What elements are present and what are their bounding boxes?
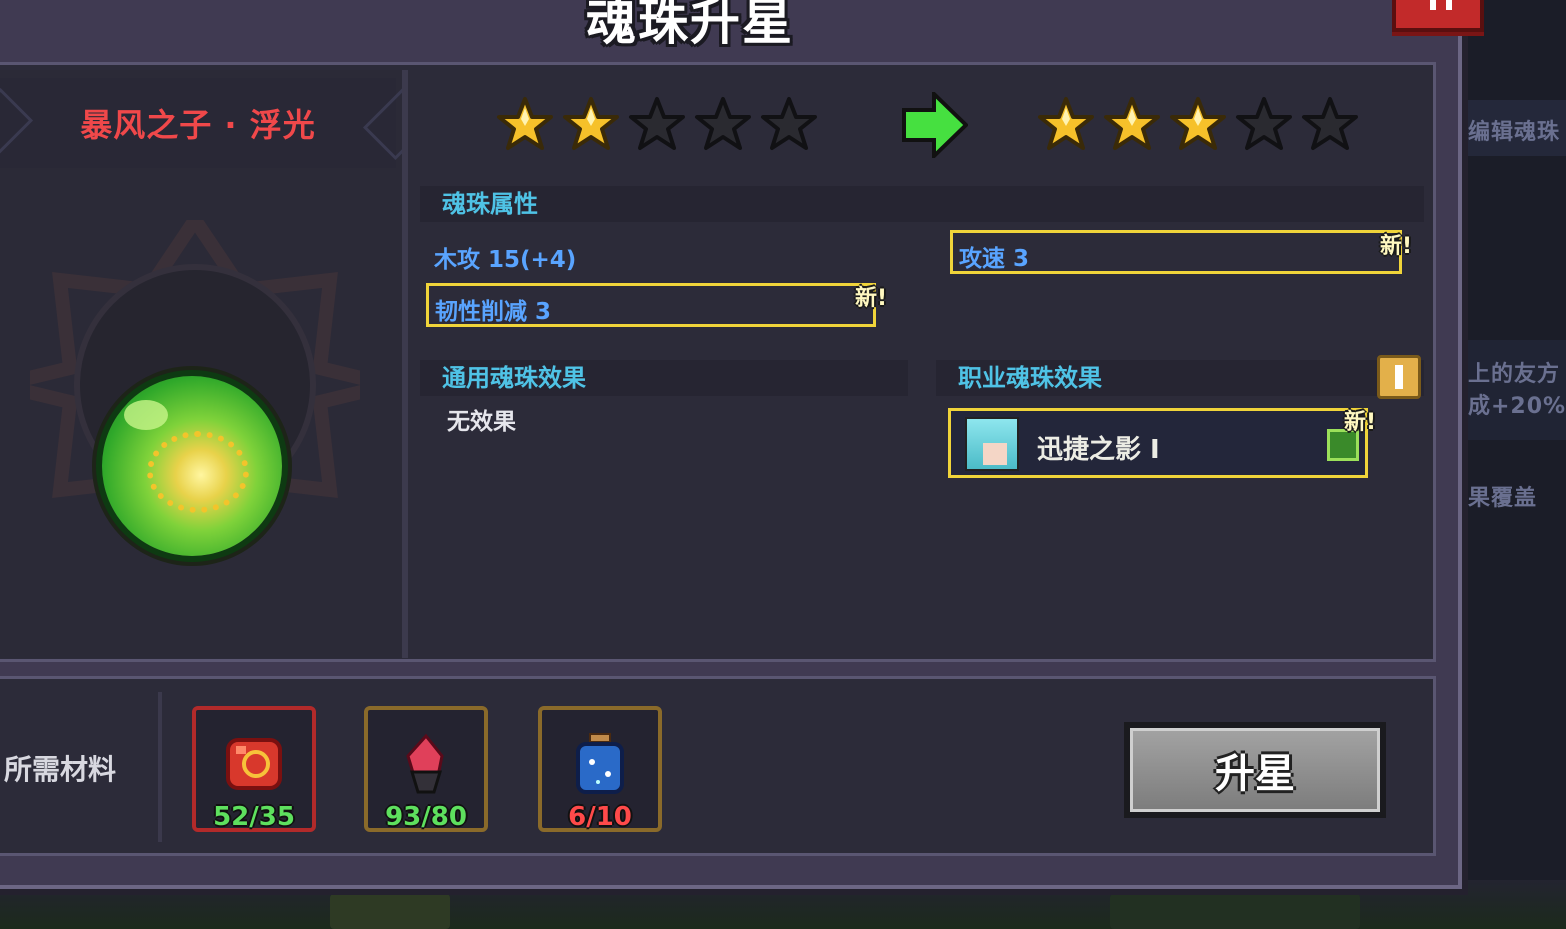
star-filled-icon bbox=[1103, 96, 1161, 154]
attribute-toughness-reduction: 韧性削减 3 bbox=[435, 299, 552, 325]
attribute-wood-attack: 木攻 15(+4) bbox=[434, 247, 577, 273]
material-slot[interactable]: 52/35 bbox=[192, 706, 316, 832]
gem-name: 暴风之子 · 浮光 bbox=[80, 106, 316, 144]
class-skill-item[interactable]: 迅捷之影 Ⅰ bbox=[948, 408, 1368, 478]
gem-highlight bbox=[124, 400, 168, 430]
star-filled-icon bbox=[1169, 96, 1227, 154]
arrow-right-icon bbox=[902, 92, 968, 158]
general-effects-header: 通用魂珠效果 bbox=[420, 360, 908, 396]
class-skill-name: 迅捷之影 Ⅰ bbox=[1037, 435, 1160, 465]
soul-gem-icon bbox=[102, 376, 282, 556]
star-empty-icon bbox=[760, 96, 818, 154]
star-empty-icon bbox=[628, 96, 686, 154]
background-text: 编辑魂珠 bbox=[1468, 120, 1561, 145]
hero-avatar-icon bbox=[965, 417, 1019, 471]
background-bush bbox=[330, 894, 450, 929]
material-count: 52/35 bbox=[213, 802, 295, 832]
material-count: 6/10 bbox=[568, 802, 632, 832]
avatar-face bbox=[983, 443, 1007, 465]
decoration-icon bbox=[362, 87, 402, 161]
dialog-title: 魂珠升星 bbox=[586, 0, 794, 51]
attribute-attack-speed: 攻速 3 bbox=[959, 246, 1030, 272]
class-effects-header: 职业魂珠效果 bbox=[936, 360, 1424, 396]
crystal-icon bbox=[406, 733, 444, 794]
material-slot[interactable]: 93/80 bbox=[364, 706, 488, 832]
star-filled-icon bbox=[1037, 96, 1095, 154]
star-filled-icon bbox=[562, 96, 620, 154]
material-count: 93/80 bbox=[385, 802, 467, 832]
divider bbox=[158, 692, 162, 842]
gem-name-bar: 暴风之子 · 浮光 bbox=[0, 78, 402, 168]
star-filled-icon bbox=[496, 96, 554, 154]
attribute-new-box: 韧性削减 3 bbox=[426, 283, 876, 327]
background-text: 果覆盖 bbox=[1468, 486, 1538, 511]
star-empty-icon bbox=[1235, 96, 1293, 154]
material-slot[interactable]: 6/10 bbox=[538, 706, 662, 832]
star-empty-icon bbox=[694, 96, 752, 154]
attributes-header: 魂珠属性 bbox=[420, 186, 1424, 222]
star-jar-icon bbox=[576, 733, 624, 794]
general-effects-value: 无效果 bbox=[447, 409, 516, 435]
background-text: 上的友方 bbox=[1468, 362, 1561, 387]
close-button[interactable] bbox=[1392, 0, 1484, 32]
info-button[interactable] bbox=[1377, 355, 1421, 399]
background-panel: 编辑魂珠 上的友方 成+20%， 果覆盖 bbox=[1460, 0, 1566, 929]
close-icon bbox=[1430, 0, 1452, 10]
info-icon bbox=[1395, 365, 1403, 389]
background-text: 成+20%， bbox=[1468, 394, 1566, 419]
red-rune-icon bbox=[226, 738, 282, 790]
decoration-icon bbox=[0, 87, 34, 161]
new-badge: 新! bbox=[1344, 410, 1377, 435]
new-badge: 新! bbox=[1380, 234, 1413, 259]
gem-preview-panel: 暴风之子 · 浮光 bbox=[0, 70, 408, 658]
materials-label: 所需材料 bbox=[4, 753, 117, 786]
upgrade-star-label: 升星 bbox=[1130, 728, 1380, 812]
background-bush bbox=[1110, 894, 1360, 929]
upgrade-star-button[interactable]: 升星 bbox=[1124, 722, 1386, 818]
gem-swirl bbox=[147, 431, 249, 513]
attribute-new-box: 攻速 3 bbox=[950, 230, 1402, 274]
star-empty-icon bbox=[1301, 96, 1359, 154]
new-badge: 新! bbox=[855, 286, 888, 311]
